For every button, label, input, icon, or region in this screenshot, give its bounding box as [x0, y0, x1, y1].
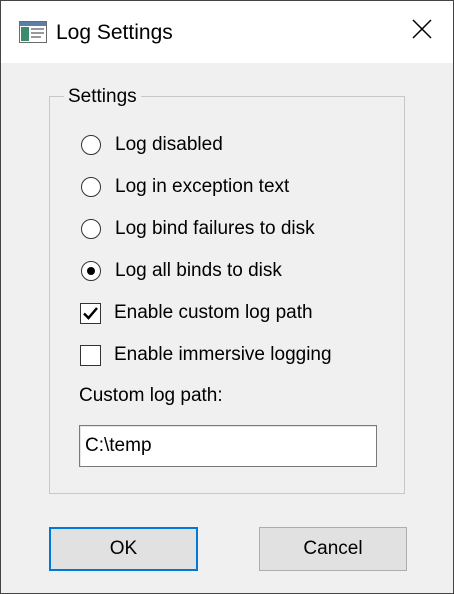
- cancel-button[interactable]: Cancel: [259, 527, 407, 571]
- radio-label: Log in exception text: [115, 176, 290, 197]
- radio-button-icon[interactable]: [80, 218, 102, 240]
- radio-log-all-binds-to-disk[interactable]: Log all binds to disk: [80, 258, 282, 284]
- radio-button-icon[interactable]: [80, 176, 102, 198]
- close-button[interactable]: [391, 1, 453, 63]
- log-settings-dialog: Log Settings Settings Log disabled Log i…: [0, 0, 454, 594]
- checkbox-label: Enable custom log path: [114, 302, 313, 323]
- settings-group-label: Settings: [64, 85, 141, 109]
- radio-label: Log bind failures to disk: [115, 218, 315, 239]
- checkbox-enable-immersive-logging[interactable]: Enable immersive logging: [80, 342, 332, 368]
- window-title: Log Settings: [56, 21, 173, 44]
- custom-log-path-label: Custom log path:: [79, 385, 223, 406]
- log-settings-app-icon: [19, 21, 47, 43]
- checkbox-enable-custom-log-path[interactable]: Enable custom log path: [80, 300, 313, 326]
- radio-log-in-exception-text[interactable]: Log in exception text: [80, 174, 289, 200]
- radio-log-disabled[interactable]: Log disabled: [80, 132, 223, 158]
- radio-label: Log all binds to disk: [115, 260, 282, 281]
- radio-label: Log disabled: [115, 134, 223, 155]
- radio-log-bind-failures-to-disk[interactable]: Log bind failures to disk: [80, 216, 315, 242]
- close-icon: [412, 19, 432, 45]
- custom-log-path-input[interactable]: [79, 425, 377, 467]
- checkbox-icon[interactable]: [80, 344, 101, 366]
- radio-button-icon[interactable]: [80, 134, 102, 156]
- title-bar[interactable]: Log Settings: [1, 1, 453, 63]
- radio-button-selected-icon[interactable]: [80, 260, 102, 282]
- checkbox-checked-icon[interactable]: [80, 302, 101, 324]
- ok-button[interactable]: OK: [49, 527, 198, 571]
- checkbox-label: Enable immersive logging: [114, 344, 332, 365]
